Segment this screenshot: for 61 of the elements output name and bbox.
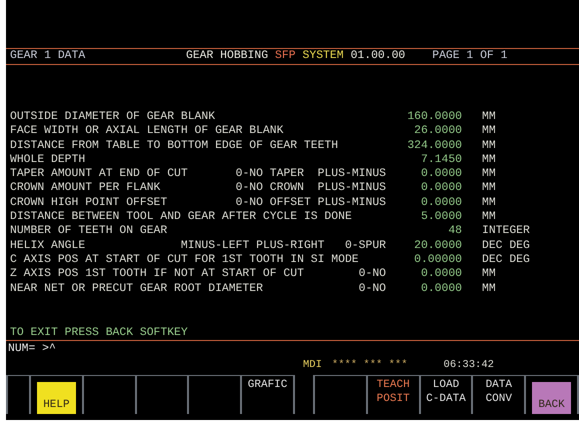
parameter-value[interactable]: 160.0000 xyxy=(386,110,462,124)
parameter-unit: DEC DEG xyxy=(482,238,530,253)
parameter-unit: MM xyxy=(482,167,496,182)
parameter-unit: MM xyxy=(482,124,496,139)
parameter-value[interactable]: 48 xyxy=(386,224,462,239)
parameter-option: 0-NO TAPER PLUS-MINUS xyxy=(236,167,386,182)
parameter-option: 0-NO xyxy=(358,282,386,296)
parameter-unit: MM xyxy=(482,110,496,124)
parameter-value[interactable]: 0.00000 xyxy=(386,252,462,268)
page-indicator: PAGE 1 OF 1 xyxy=(432,49,508,64)
parameter-value[interactable]: 0.0000 xyxy=(386,196,462,210)
parameter-option: MINUS-LEFT PLUS-RIGHT 0-SPUR xyxy=(180,238,386,253)
parameter-label: C AXIS POS AT START OF CUT FOR 1ST TOOTH IN SI MODE xyxy=(10,252,359,268)
parameter-value[interactable]: 5.0000 xyxy=(386,210,462,224)
system-title: SFP xyxy=(275,49,296,64)
clock-text: 06:33:42 xyxy=(444,358,494,372)
parameter-label: WHOLE DEPTH xyxy=(10,152,86,168)
parameter-label: CROWN HIGH POINT OFFSET xyxy=(10,196,168,210)
parameter-label: DISTANCE BETWEEN TOOL AND GEAR AFTER CYCLE IS DONE xyxy=(10,210,352,224)
parameter-unit: MM xyxy=(482,196,496,210)
parameter-unit: MM xyxy=(482,282,496,296)
softkey[interactable]: TEACH POSIT xyxy=(366,376,419,414)
softkey-button[interactable]: HELP xyxy=(37,382,76,414)
parameter-label: HELIX ANGLE xyxy=(10,238,86,253)
parameter-label: CROWN AMOUNT PER FLANK xyxy=(10,181,160,196)
parameter-value[interactable]: 0.0000 xyxy=(386,282,462,296)
parameter-label: TAPER AMOUNT AT END OF CUT xyxy=(10,167,188,182)
parameter-unit: MM xyxy=(482,152,496,168)
parameter-value[interactable]: 0.0000 xyxy=(386,267,462,282)
softkey[interactable]: DATA CONV xyxy=(471,376,524,414)
softkey-button[interactable]: BACK xyxy=(532,382,571,414)
parameter-option: 0-NO OFFSET PLUS-MINUS xyxy=(236,196,386,210)
parameter-unit: MM xyxy=(482,210,496,224)
parameter-value[interactable]: 26.0000 xyxy=(386,124,462,139)
system-title: GEAR HOBBING xyxy=(186,49,268,64)
parameter-unit: MM xyxy=(482,138,496,153)
message-text: TO EXIT PRESS BACK SOFTKEY xyxy=(10,326,188,339)
system-title: SYSTEM xyxy=(302,49,344,64)
parameter-label: DISTANCE FROM TABLE TO BOTTOM EDGE OF GEAR TEETH xyxy=(10,138,338,153)
parameter-label: FACE WIDTH OR AXIAL LENGTH OF GEAR BLANK xyxy=(10,124,284,139)
parameter-option: 0-NO CROWN PLUS-MINUS xyxy=(236,181,386,196)
parameter-value[interactable]: 7.1450 xyxy=(386,152,462,168)
parameter-label: NEAR NET OR PRECUT GEAR ROOT DIAMETER xyxy=(10,282,263,296)
softkey[interactable]: LOAD C-DATA xyxy=(418,376,472,414)
parameter-unit: DEC DEG xyxy=(482,252,530,268)
parameter-unit: MM xyxy=(482,181,496,196)
parameter-value[interactable]: 0.0000 xyxy=(386,181,462,196)
mode-text: MDI xyxy=(303,358,322,372)
parameter-value[interactable]: 324.0000 xyxy=(386,138,462,153)
screen-title: GEAR 1 DATA xyxy=(10,49,86,64)
status-indicators: **** *** *** xyxy=(332,358,408,372)
parameter-label: NUMBER OF TEETH ON GEAR xyxy=(10,224,168,239)
system-title: 01.00.00 xyxy=(350,49,406,64)
parameter-unit: INTEGER xyxy=(482,224,530,239)
parameter-value[interactable]: 0.0000 xyxy=(386,167,462,182)
parameter-label: OUTSIDE DIAMETER OF GEAR BLANK xyxy=(10,110,216,124)
parameter-option: 0-NO xyxy=(358,267,386,282)
parameter-unit: MM xyxy=(482,267,496,282)
parameter-value[interactable]: 20.0000 xyxy=(386,238,462,253)
input-line[interactable]: NUM= >^ xyxy=(6,342,56,355)
parameter-label: Z AXIS POS 1ST TOOTH IF NOT AT START OF CUT xyxy=(10,267,304,282)
